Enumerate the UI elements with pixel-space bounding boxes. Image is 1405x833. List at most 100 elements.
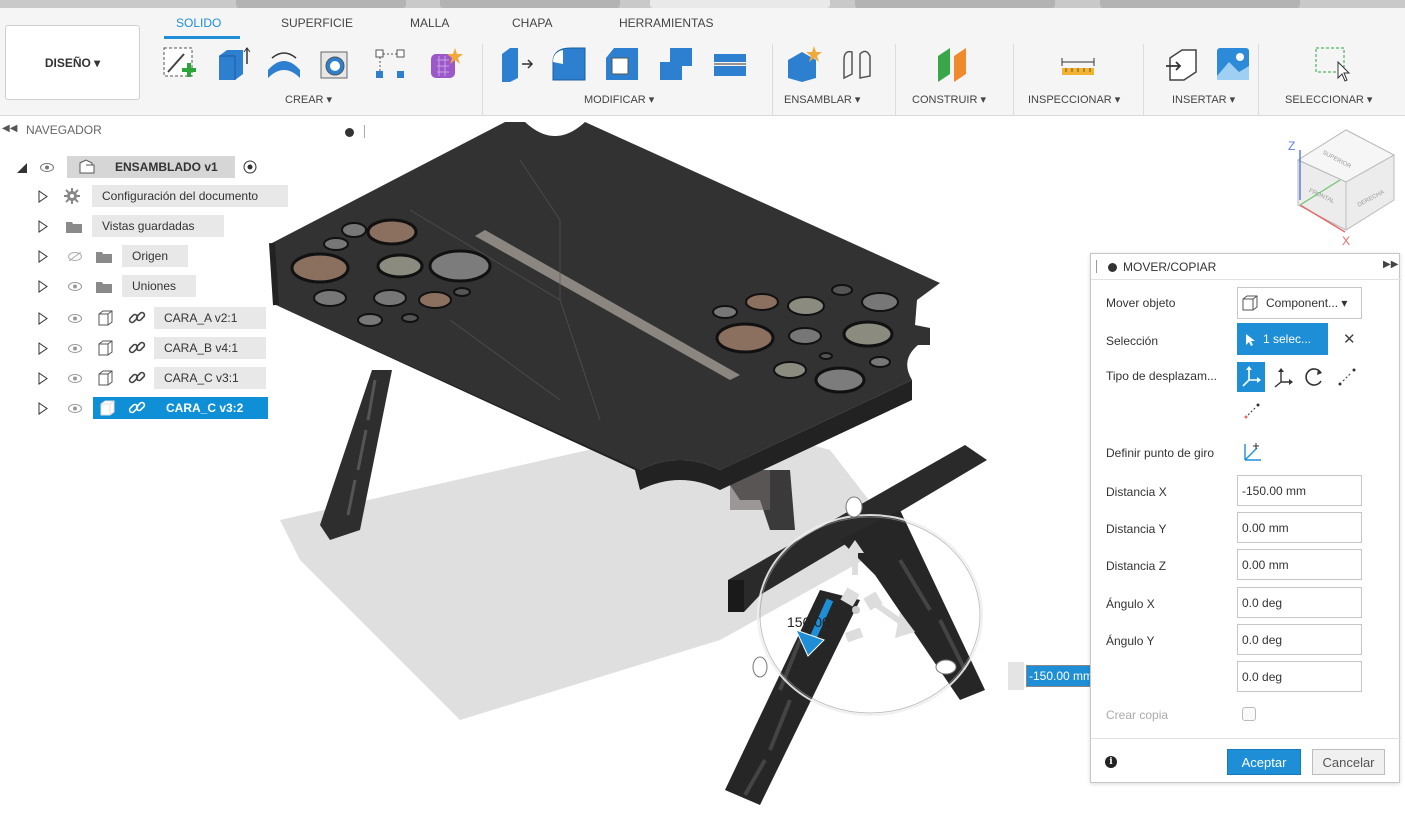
drag-grip[interactable] <box>1096 260 1099 273</box>
pivot-label: Definir punto de giro <box>1106 446 1215 460</box>
pivot-icon[interactable] <box>1242 441 1264 463</box>
pin-icon[interactable] <box>345 128 354 137</box>
expand-arrow-icon[interactable] <box>38 190 48 203</box>
cursor-icon <box>1246 334 1255 346</box>
activate-radio-icon[interactable] <box>243 160 257 174</box>
angle-y-input[interactable]: 0.0 deg <box>1237 624 1362 655</box>
revolve-icon[interactable] <box>264 44 304 84</box>
offset-plane-icon[interactable] <box>932 44 972 84</box>
expand-arrow-icon[interactable] <box>38 220 48 233</box>
expand-arrow-icon[interactable] <box>38 342 48 355</box>
create-copy-checkbox[interactable] <box>1242 707 1256 721</box>
nav-item-origin[interactable]: Origen <box>122 245 188 267</box>
rotate-icon[interactable] <box>1303 365 1327 389</box>
link-icon <box>128 311 146 324</box>
tab-herramientas[interactable]: HERRAMIENTAS <box>619 16 713 30</box>
angle-x-input[interactable]: 0.0 deg <box>1237 587 1362 618</box>
nav-item-saved-views[interactable]: Vistas guardadas <box>92 215 224 237</box>
distance-floating-input[interactable]: -150.00 mm <box>1026 665 1100 687</box>
insert-derive-icon[interactable] <box>1162 44 1202 84</box>
angle-y-label: Ángulo Y <box>1106 634 1155 648</box>
clear-selection-icon[interactable]: ✕ <box>1343 330 1356 348</box>
pattern-icon[interactable] <box>370 44 410 84</box>
hidden-eye-icon[interactable] <box>68 252 82 261</box>
expand-arrow-icon[interactable] <box>38 280 48 293</box>
visibility-eye-icon[interactable] <box>68 314 82 323</box>
panel-pin-icon[interactable] <box>1108 263 1117 272</box>
nav-item-cara-b[interactable]: CARA_B v4:1 <box>154 337 266 359</box>
nav-item-document-settings[interactable]: Configuración del documento <box>92 185 288 207</box>
joint-icon[interactable] <box>836 44 876 84</box>
free-move-icon <box>1242 366 1261 387</box>
expand-arrow-icon[interactable] <box>38 312 48 325</box>
measure-icon[interactable] <box>1058 44 1098 84</box>
point-to-point-icon[interactable] <box>1335 365 1359 389</box>
fillet-icon[interactable] <box>549 44 589 84</box>
view-cube[interactable]: SUPERIOR FRONTAL DERECHA Z X <box>1288 129 1396 248</box>
folder-icon <box>66 222 82 233</box>
create-form-icon[interactable] <box>425 44 465 84</box>
press-pull-icon[interactable] <box>496 44 536 84</box>
cancel-button[interactable]: Cancelar <box>1312 749 1385 775</box>
drag-grip[interactable] <box>1008 662 1024 690</box>
group-construct-label[interactable]: CONSTRUIR ▾ <box>912 93 986 106</box>
distance-z-input[interactable]: 0.00 mm <box>1237 549 1362 580</box>
panel-title: MOVER/COPIAR <box>1123 260 1217 274</box>
select-window-icon[interactable] <box>1312 44 1352 84</box>
visibility-eye-icon[interactable] <box>68 344 82 353</box>
shell-icon[interactable] <box>315 44 355 84</box>
tab-superficie[interactable]: SUPERFICIE <box>281 16 353 30</box>
distance-y-input[interactable]: 0.00 mm <box>1237 512 1362 543</box>
component-icon <box>98 310 113 326</box>
expand-arrow-icon[interactable] <box>38 402 48 415</box>
create-sketch-icon[interactable] <box>160 44 200 84</box>
chamfer-icon[interactable] <box>602 44 642 84</box>
tab-malla[interactable]: MALLA <box>410 16 449 30</box>
split-body-icon[interactable] <box>710 44 750 84</box>
group-assemble-label[interactable]: ENSAMBLAR ▾ <box>784 93 860 106</box>
component-icon <box>98 370 113 386</box>
insert-canvas-icon[interactable] <box>1213 44 1253 84</box>
point-to-position-icon[interactable] <box>1241 400 1263 422</box>
accept-button[interactable]: Aceptar <box>1227 749 1301 775</box>
translate-icon[interactable] <box>1271 365 1295 389</box>
group-modify-label[interactable]: MODIFICAR ▾ <box>584 93 654 106</box>
expand-arrow-icon[interactable] <box>38 250 48 263</box>
nav-item-label: Vistas guardadas <box>102 219 195 233</box>
collapse-navigator-icon[interactable]: ◀◀ <box>2 123 17 134</box>
nav-item-cara-a[interactable]: CARA_A v2:1 <box>154 307 266 329</box>
visibility-eye-icon[interactable] <box>68 404 82 413</box>
group-inspect-label[interactable]: INSPECCIONAR ▾ <box>1028 93 1120 106</box>
visibility-eye-icon[interactable] <box>68 374 82 383</box>
nav-item-cara-c-2[interactable]: CARA_C v3:2 <box>93 397 268 419</box>
expand-panel-icon[interactable]: ▶▶ <box>1383 259 1398 270</box>
nav-item-cara-c-1[interactable]: CARA_C v3:1 <box>154 367 266 389</box>
info-icon[interactable]: i <box>1105 756 1117 768</box>
group-create-label[interactable]: CREAR ▾ <box>285 93 332 106</box>
tab-solido[interactable]: SOLIDO <box>176 16 221 30</box>
distance-x-input[interactable]: -150.00 mm <box>1237 475 1362 506</box>
workspace-dropdown[interactable]: DISEÑO ▾ <box>5 25 140 100</box>
visibility-eye-icon[interactable] <box>40 163 54 172</box>
create-copy-label: Crear copia <box>1106 708 1169 722</box>
extrude-icon[interactable] <box>213 44 253 84</box>
nav-item-label: CARA_C v3:1 <box>164 371 239 385</box>
link-icon <box>128 401 146 414</box>
visibility-eye-icon[interactable] <box>68 282 82 291</box>
collapse-root-icon[interactable] <box>16 162 28 174</box>
group-select-label[interactable]: SELECCIONAR ▾ <box>1285 93 1372 106</box>
selection-label: Selección <box>1106 334 1159 348</box>
expand-arrow-icon[interactable] <box>38 372 48 385</box>
free-move-button[interactable] <box>1237 362 1265 392</box>
link-icon <box>128 341 146 354</box>
new-component-icon[interactable] <box>784 44 824 84</box>
grip-icon[interactable] <box>364 125 365 138</box>
nav-item-label: CARA_A v2:1 <box>164 311 238 325</box>
group-insert-label[interactable]: INSERTAR ▾ <box>1172 93 1235 106</box>
divider <box>772 44 773 116</box>
nav-item-joints[interactable]: Uniones <box>122 275 196 297</box>
angle-z-input[interactable]: 0.0 deg <box>1237 661 1362 692</box>
combine-icon[interactable] <box>656 44 696 84</box>
divider <box>1013 44 1014 116</box>
tab-chapa[interactable]: CHAPA <box>512 16 552 30</box>
